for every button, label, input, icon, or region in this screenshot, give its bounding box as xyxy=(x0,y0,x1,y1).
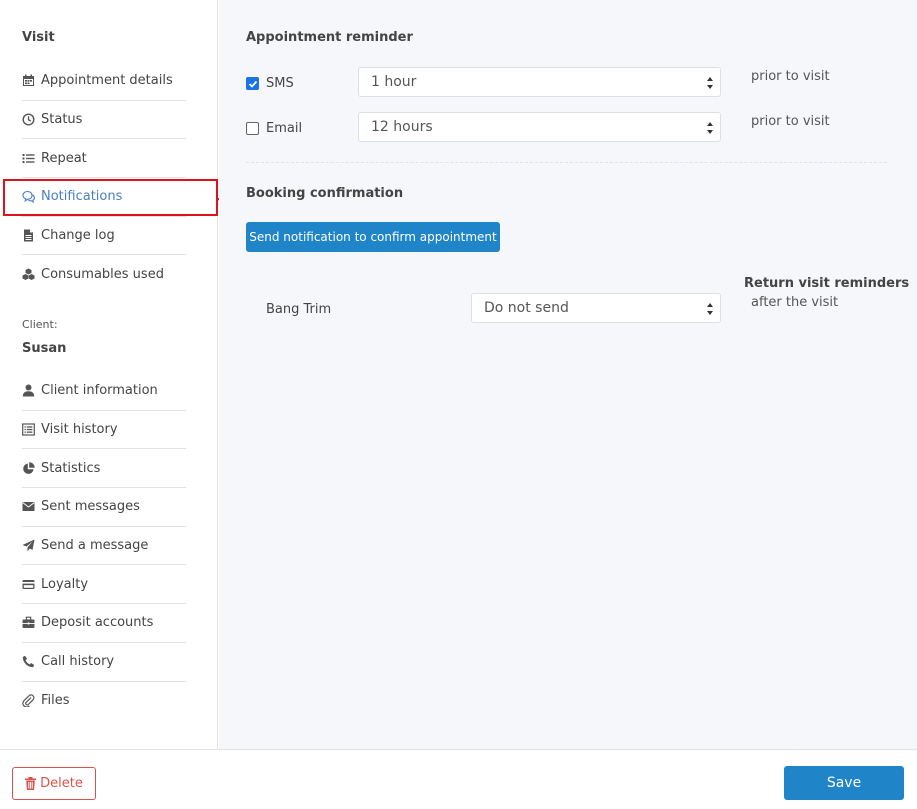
sms-timing-value: 1 hour xyxy=(371,74,417,90)
sidebar-item-label: Statistics xyxy=(41,460,101,476)
notifications-panel: Appointment reminder SMS 1 hour prior to… xyxy=(219,0,917,749)
send-confirmation-button[interactable]: Send notification to confirm appointment xyxy=(246,222,500,252)
email-checkbox[interactable] xyxy=(246,122,259,135)
sms-checkbox[interactable] xyxy=(246,77,259,90)
sidebar-item-label: Appointment details xyxy=(41,73,173,89)
phone-icon xyxy=(22,655,35,668)
clock-icon xyxy=(22,113,35,126)
sidebar-item-label: Consumables used xyxy=(41,267,164,283)
section-divider xyxy=(246,162,887,163)
sms-suffix: prior to visit xyxy=(751,69,830,84)
client-name: Susan xyxy=(22,341,67,356)
sidebar-item-change-log[interactable]: Change log xyxy=(22,217,186,256)
calendar-icon xyxy=(22,74,35,87)
sidebar-item-label: Visit history xyxy=(41,422,118,438)
delete-button[interactable]: Delete xyxy=(12,767,96,800)
select-arrows-icon xyxy=(707,77,713,89)
email-suffix: prior to visit xyxy=(751,114,830,129)
sms-label: SMS xyxy=(266,76,294,91)
footer: Delete Save xyxy=(0,749,917,809)
cubes-icon xyxy=(22,268,35,281)
paperclip-icon xyxy=(22,694,35,708)
sidebar-item-label: Client information xyxy=(41,383,158,399)
booking-confirmation-title: Booking confirmation xyxy=(246,186,404,201)
appointment-reminder-title: Appointment reminder xyxy=(246,30,413,45)
user-icon xyxy=(22,384,35,397)
sidebar-item-label: Sent messages xyxy=(41,499,140,515)
return-visit-value: Do not send xyxy=(484,300,569,316)
select-arrows-icon xyxy=(707,122,713,134)
email-checkbox-row[interactable]: Email xyxy=(246,121,302,136)
sidebar: Visit Appointment details Status Repeat Not… xyxy=(0,0,218,749)
notifications-highlight-box xyxy=(3,179,218,216)
email-timing-value: 12 hours xyxy=(371,119,433,135)
sidebar-item-sent-messages[interactable]: Sent messages xyxy=(22,488,186,527)
service-name: Bang Trim xyxy=(266,302,332,317)
sidebar-item-label: Call history xyxy=(41,654,115,670)
sidebar-item-appointment-details[interactable]: Appointment details xyxy=(22,62,186,101)
sidebar-item-label: Files xyxy=(41,693,70,709)
envelope-icon xyxy=(22,500,35,513)
sidebar-item-label: Send a message xyxy=(41,538,149,554)
select-arrows-icon xyxy=(707,303,713,315)
briefcase-icon xyxy=(22,616,35,629)
check-icon xyxy=(248,80,257,88)
list-icon xyxy=(22,152,35,165)
return-visit-subtitle: after the visit xyxy=(751,295,839,310)
sms-timing-select[interactable]: 1 hour xyxy=(358,67,721,97)
sidebar-item-send-a-message[interactable]: Send a message xyxy=(22,527,186,566)
sms-checkbox-row[interactable]: SMS xyxy=(246,76,294,91)
sidebar-item-repeat[interactable]: Repeat xyxy=(22,139,186,179)
sidebar-item-label: Change log xyxy=(41,228,115,244)
return-visit-title: Return visit reminders xyxy=(744,276,910,291)
sidebar-item-loyalty[interactable]: Loyalty xyxy=(22,565,186,605)
paper-plane-icon xyxy=(22,539,35,552)
pie-chart-icon xyxy=(22,462,35,475)
client-caption: Client: xyxy=(22,318,58,331)
sidebar-item-client-information[interactable]: Client information xyxy=(22,372,186,411)
sidebar-item-label: Repeat xyxy=(41,150,87,166)
sidebar-item-call-history[interactable]: Call history xyxy=(22,643,186,682)
visit-heading: Visit xyxy=(22,30,55,45)
sidebar-item-status[interactable]: Status xyxy=(22,101,186,140)
sidebar-item-label: Loyalty xyxy=(41,576,89,592)
save-button[interactable]: Save xyxy=(784,766,904,800)
email-label: Email xyxy=(266,121,303,136)
sidebar-item-statistics[interactable]: Statistics xyxy=(22,449,186,489)
sidebar-item-label: Status xyxy=(41,112,83,128)
credit-card-icon xyxy=(22,578,35,591)
sidebar-item-visit-history[interactable]: Visit history xyxy=(22,411,186,450)
list-alt-icon xyxy=(22,423,35,436)
trash-icon xyxy=(25,777,37,790)
sidebar-item-consumables-used[interactable]: Consumables used xyxy=(22,255,186,294)
sidebar-item-files[interactable]: Files xyxy=(22,682,186,721)
sidebar-item-label: Deposit accounts xyxy=(41,615,154,631)
return-visit-select[interactable]: Do not send xyxy=(471,293,721,323)
email-timing-select[interactable]: 12 hours xyxy=(358,112,721,142)
file-icon xyxy=(22,229,35,242)
sidebar-item-deposit-accounts[interactable]: Deposit accounts xyxy=(22,604,186,643)
delete-label: Delete xyxy=(40,776,83,791)
client-nav: Client information Visit history Statistic… xyxy=(22,372,186,720)
